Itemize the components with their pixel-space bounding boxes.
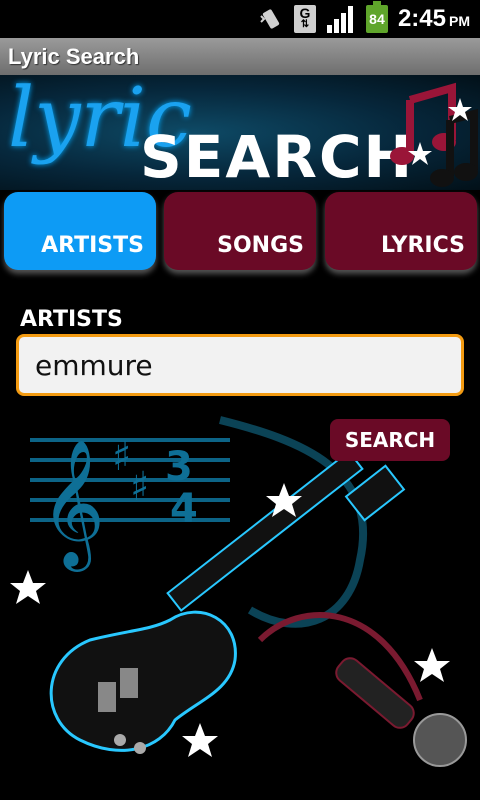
banner-search-text: SEARCH bbox=[140, 123, 415, 190]
search-field-label: ARTISTS bbox=[20, 307, 123, 332]
tab-artists[interactable]: ARTISTS bbox=[4, 192, 156, 270]
time-signature-icon: 4 bbox=[170, 486, 198, 532]
app-banner: lyric SEARCH bbox=[0, 75, 480, 190]
star-icon bbox=[182, 723, 218, 757]
app-title: Lyric Search bbox=[8, 43, 140, 69]
clock-ampm: PM bbox=[449, 13, 470, 29]
treble-clef-icon: 𝄞 bbox=[40, 438, 105, 572]
artist-search-field[interactable] bbox=[16, 334, 464, 396]
clock: 2:45 PM bbox=[398, 5, 470, 33]
tab-bar: ARTISTS SONGS LYRICS bbox=[0, 190, 480, 280]
signal-strength-icon bbox=[326, 6, 353, 33]
tab-lyrics-label: LYRICS bbox=[380, 233, 465, 258]
sharp-icon: ♯ bbox=[112, 434, 131, 480]
title-bar: Lyric Search bbox=[0, 38, 480, 75]
search-button-label: SEARCH bbox=[344, 428, 436, 452]
battery-level: 84 bbox=[369, 11, 385, 27]
sharp-icon: ♯ bbox=[130, 464, 149, 510]
time-signature-icon: 3 bbox=[165, 444, 193, 490]
tab-artists-label: ARTISTS bbox=[41, 233, 144, 258]
clock-time: 2:45 bbox=[397, 5, 446, 32]
star-icon bbox=[414, 648, 450, 682]
network-letter: G bbox=[299, 5, 311, 21]
battery-icon: 84 bbox=[365, 1, 388, 33]
vibrate-icon bbox=[260, 9, 280, 29]
tab-songs[interactable]: SONGS bbox=[164, 192, 316, 270]
network-type-icon: G ⇅ bbox=[293, 5, 316, 33]
search-button[interactable]: SEARCH bbox=[330, 419, 450, 461]
star-icon bbox=[10, 570, 46, 604]
microphone-icon bbox=[257, 612, 467, 767]
status-icons: G ⇅ 84 2:45 PM bbox=[258, 0, 470, 38]
artist-search-input[interactable] bbox=[33, 347, 461, 383]
tab-songs-label: SONGS bbox=[217, 233, 304, 258]
tab-lyrics[interactable]: LYRICS bbox=[325, 192, 477, 270]
music-note-icon bbox=[390, 82, 478, 187]
status-bar: G ⇅ 84 2:45 PM bbox=[0, 0, 480, 38]
